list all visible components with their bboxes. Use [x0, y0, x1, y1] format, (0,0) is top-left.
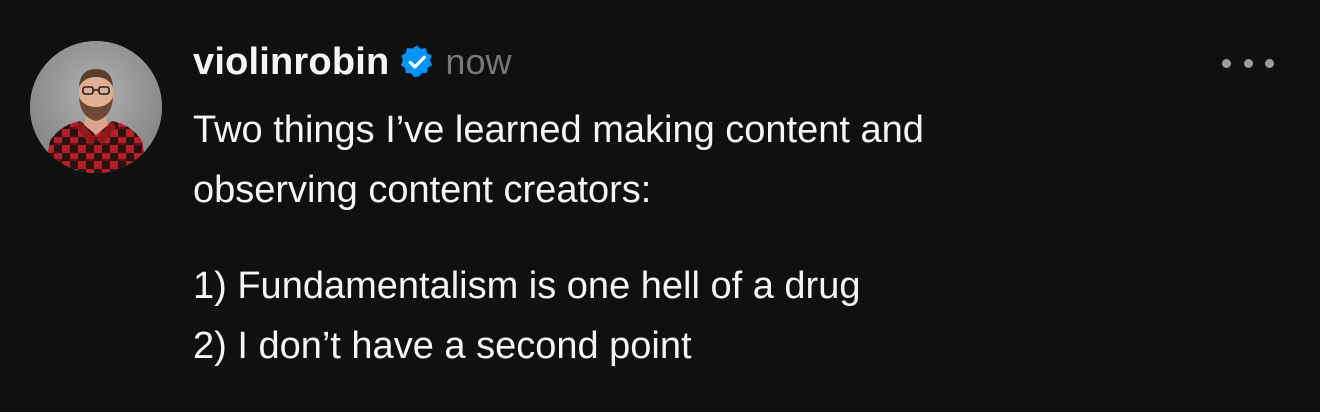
- post-paragraph: 1) Fundamentalism is one hell of a drug …: [193, 256, 1193, 376]
- post-header: violinrobin now: [193, 36, 511, 88]
- verified-badge-icon: [401, 45, 433, 78]
- post-text-line: 2) I don’t have a second point: [193, 325, 692, 367]
- ellipsis-icon: [1243, 58, 1253, 68]
- post-card: violinrobin now Two things I’ve learned …: [0, 0, 1320, 412]
- post-text-line: Two things I’ve learned making content a…: [193, 109, 924, 151]
- post-paragraph: Two things I’ve learned making content a…: [193, 100, 1193, 220]
- post-text-line: observing content creators:: [193, 169, 652, 211]
- avatar-image: [30, 41, 162, 173]
- post-text-line: 1) Fundamentalism is one hell of a drug: [193, 265, 861, 307]
- avatar[interactable]: [30, 41, 162, 173]
- post-timestamp: now: [445, 41, 512, 82]
- username-link[interactable]: violinrobin: [193, 41, 389, 84]
- more-options-button[interactable]: [1222, 48, 1274, 78]
- ellipsis-icon: [1265, 58, 1274, 68]
- ellipsis-icon: [1222, 58, 1231, 68]
